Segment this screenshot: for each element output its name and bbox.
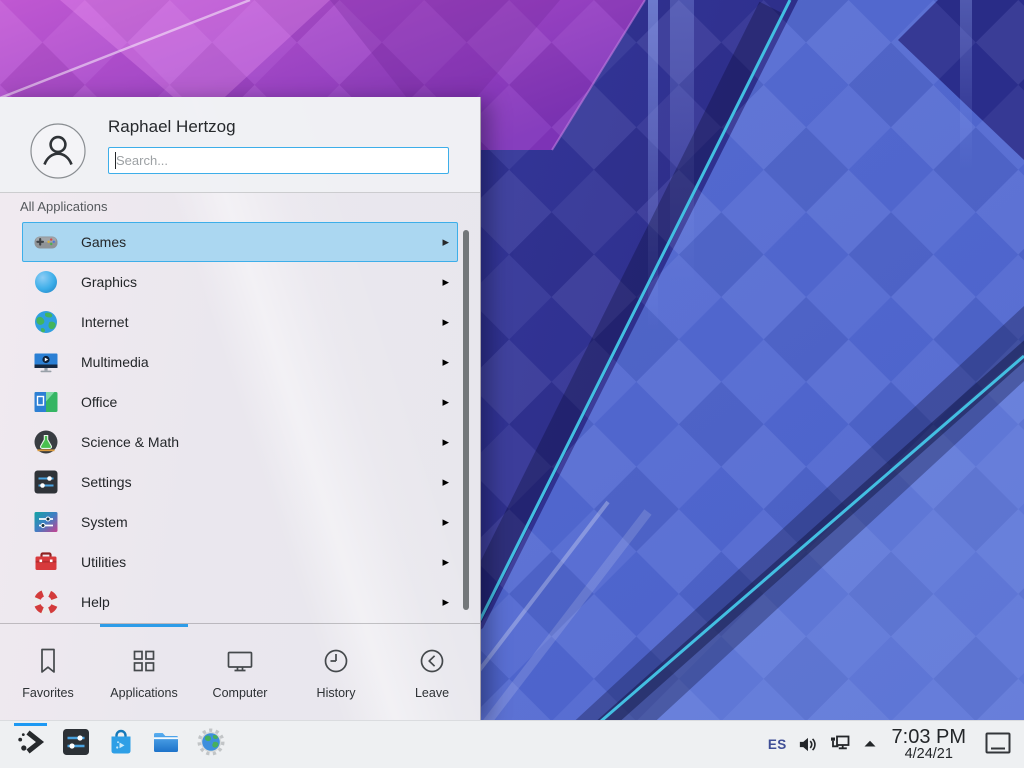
category-item-help[interactable]: Help ▸ [22,582,458,622]
user-avatar[interactable] [30,123,86,179]
applications-tab-icon [127,644,161,678]
task-manager [8,721,233,768]
category-label: Graphics [81,274,137,290]
history-tab-icon [319,644,353,678]
category-label: Internet [81,314,128,330]
system-tray: ES 7:03 PM 4/24/21 [768,727,1016,762]
list-scrollbar-thumb[interactable] [463,230,469,610]
category-label: Utilities [81,554,126,570]
science-icon [32,428,60,456]
computer-tab-icon [223,644,257,678]
category-label: Settings [81,474,132,490]
text-cursor [115,152,116,169]
category-label: Science & Math [81,434,179,450]
dolphin-icon [150,726,182,763]
category-item-system[interactable]: System ▸ [22,502,458,542]
taskbar-application-launcher-button[interactable] [8,721,53,768]
launcher-header: Raphael Hertzog [0,97,480,193]
user-name: Raphael Hertzog [108,117,236,137]
submenu-arrow-icon: ▸ [442,234,449,250]
internet-icon [32,308,60,336]
kicker-icon [15,726,47,763]
category-item-games[interactable]: Games ▸ [22,222,458,262]
tab-label: History [317,686,356,700]
taskbar-web-services-globe-button[interactable] [188,721,233,768]
category-item-office[interactable]: Office ▸ [22,382,458,422]
category-item-settings[interactable]: Settings ▸ [22,462,458,502]
network-icon[interactable] [828,732,852,756]
category-item-utilities[interactable]: Utilities ▸ [22,542,458,582]
help-icon [32,588,60,616]
section-label: All Applications [20,199,107,214]
category-label: Help [81,594,110,610]
category-label: Multimedia [81,354,149,370]
taskbar-panel: ES 7:03 PM 4/24/21 [0,720,1024,768]
submenu-arrow-icon: ▸ [442,434,449,450]
keyboard-layout-indicator[interactable]: ES [768,737,787,752]
tab-label: Favorites [22,686,73,700]
taskbar-dolphin-file-manager-button[interactable] [143,721,188,768]
multimedia-icon [32,348,60,376]
digital-clock[interactable]: 7:03 PM 4/24/21 [892,727,966,762]
category-item-internet[interactable]: Internet ▸ [22,302,458,342]
favorites-tab-icon [31,644,65,678]
submenu-arrow-icon: ▸ [442,554,449,570]
category-label: Games [81,234,126,250]
tab-applications[interactable]: Applications [96,624,192,720]
submenu-arrow-icon: ▸ [442,594,449,610]
system-icon [32,508,60,536]
discover-icon [105,726,137,763]
clock-time: 7:03 PM [892,727,966,747]
submenu-arrow-icon: ▸ [442,394,449,410]
submenu-arrow-icon: ▸ [442,474,449,490]
category-item-multimedia[interactable]: Multimedia ▸ [22,342,458,382]
application-launcher-menu: Raphael Hertzog All Applications Games▸G… [0,97,481,720]
tab-history[interactable]: History [288,624,384,720]
utilities-icon [32,548,60,576]
tab-favorites[interactable]: Favorites [0,624,96,720]
leave-tab-icon [415,644,449,678]
show-desktop-button[interactable] [984,731,1012,757]
category-list: Games▸Graphics▸Internet▸Multimedia▸Offic… [0,222,480,623]
launcher-tab-bar: Favorites Applications Computer History Leav… [0,623,480,720]
clock-date: 4/24/21 [892,747,966,762]
category-label: Office [81,394,117,410]
tab-label: Leave [415,686,449,700]
expand-tray-arrow-icon[interactable] [862,736,878,752]
games-icon [32,228,60,256]
search-field-wrap [108,147,449,174]
tab-computer[interactable]: Computer [192,624,288,720]
desktop: Raphael Hertzog All Applications Games▸G… [0,0,1024,768]
office-icon [32,388,60,416]
search-input[interactable] [108,147,449,174]
settings-icon [32,468,60,496]
category-item-graphics[interactable]: Graphics ▸ [22,262,458,302]
graphics-icon [32,268,60,296]
tab-label: Computer [213,686,268,700]
taskbar-discover-software-center-button[interactable] [98,721,143,768]
tab-leave[interactable]: Leave [384,624,480,720]
submenu-arrow-icon: ▸ [442,514,449,530]
submenu-arrow-icon: ▸ [442,274,449,290]
category-label: System [81,514,128,530]
systemsettings-icon [60,726,92,763]
volume-icon[interactable] [797,734,818,755]
tab-label: Applications [110,686,177,700]
globegear-icon [195,726,227,763]
submenu-arrow-icon: ▸ [442,354,449,370]
submenu-arrow-icon: ▸ [442,314,449,330]
category-item-science-math[interactable]: Science & Math ▸ [22,422,458,462]
taskbar-system-settings-button[interactable] [53,721,98,768]
